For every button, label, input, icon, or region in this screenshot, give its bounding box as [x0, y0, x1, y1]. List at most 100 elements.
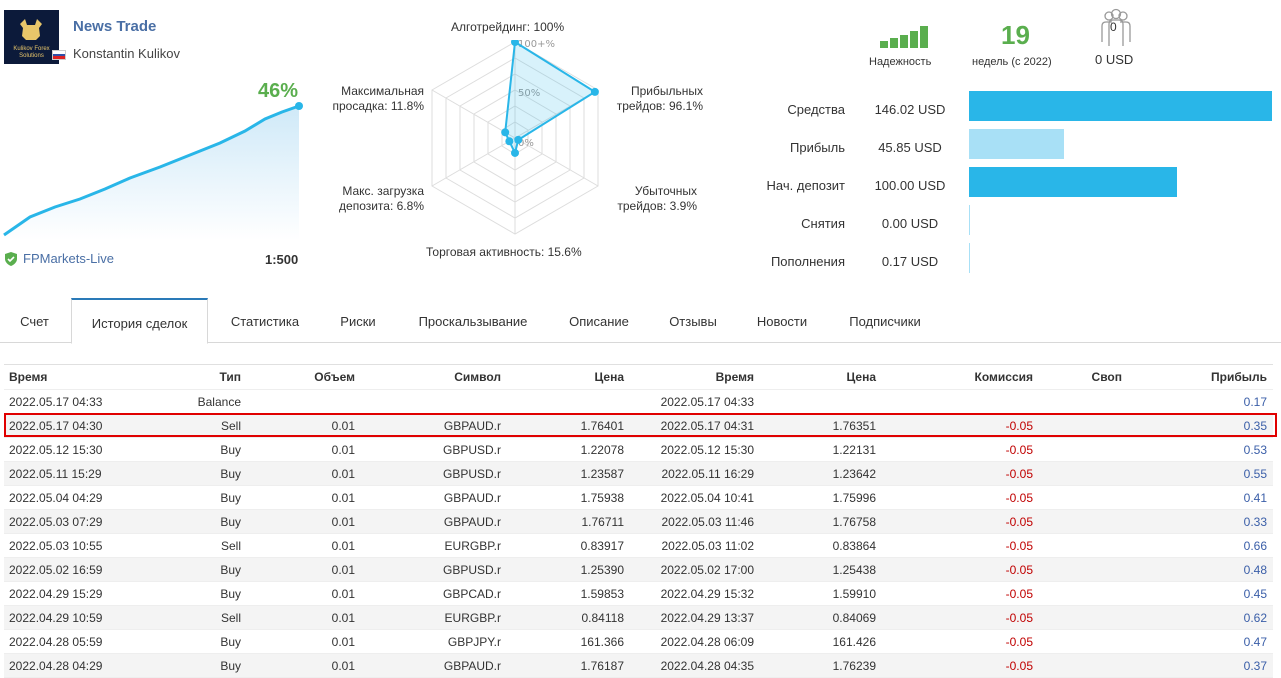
- table-row[interactable]: 2022.05.03 10:55 Sell 0.01 EURGBP.r 0.83917 2…: [4, 534, 1273, 558]
- col-header-close-price[interactable]: Цена: [846, 370, 876, 384]
- finance-label: Снятия: [801, 216, 845, 231]
- cell-symbol: EURGBP.r: [444, 539, 501, 553]
- col-header-open-price[interactable]: Цена: [594, 370, 624, 384]
- cell-volume: 0.01: [331, 491, 355, 505]
- tab-trade-history[interactable]: История сделок: [71, 298, 208, 344]
- cell-open-time: 2022.05.02 16:59: [9, 563, 103, 577]
- cell-symbol: GBPUSD.r: [442, 563, 501, 577]
- finance-row: Нач. депозит 100.00 USD: [740, 167, 1280, 205]
- col-header-profit[interactable]: Прибыль: [1211, 370, 1267, 384]
- cell-commission: -0.05: [1005, 467, 1033, 481]
- finance-value: 146.02 USD: [874, 102, 946, 117]
- cell-type: Balance: [197, 395, 241, 409]
- tab-subscribers[interactable]: Подписчики: [833, 298, 937, 343]
- tab-news[interactable]: Новости: [742, 298, 822, 343]
- trade-history-table: Время Тип Объем Символ Цена Время Цена К…: [4, 364, 1273, 678]
- author-name[interactable]: Konstantin Kulikov: [73, 46, 180, 61]
- cell-profit: 0.17: [1243, 395, 1267, 409]
- finance-value: 0.00 USD: [881, 216, 939, 231]
- table-row[interactable]: 2022.05.04 04:29 Buy 0.01 GBPAUD.r 1.75938 20…: [4, 486, 1273, 510]
- cell-open-time: 2022.05.17 04:33: [9, 395, 103, 409]
- finance-label: Средства: [787, 102, 845, 117]
- cell-close-time: 2022.05.17 04:31: [660, 419, 754, 433]
- cell-profit: 0.62: [1243, 611, 1267, 625]
- cell-open-time: 2022.05.12 15:30: [9, 443, 103, 457]
- verified-shield-icon: [5, 251, 17, 266]
- col-header-commission[interactable]: Комиссия: [975, 370, 1033, 384]
- cell-profit: 0.47: [1243, 635, 1267, 649]
- cell-open-time: 2022.04.28 04:29: [9, 659, 103, 673]
- table-row[interactable]: 2022.05.03 07:29 Buy 0.01 GBPAUD.r 1.76711 20…: [4, 510, 1273, 534]
- tab-description[interactable]: Описание: [555, 298, 643, 343]
- table-row[interactable]: 2022.05.12 15:30 Buy 0.01 GBPUSD.r 1.22078 20…: [4, 438, 1273, 462]
- cell-open-price: 1.75938: [580, 491, 624, 505]
- col-header-close-time[interactable]: Время: [716, 370, 754, 384]
- cell-open-time: 2022.05.04 04:29: [9, 491, 103, 505]
- table-row[interactable]: 2022.04.29 15:29 Buy 0.01 GBPCAD.r 1.59853 20…: [4, 582, 1273, 606]
- table-row[interactable]: 2022.04.28 05:59 Buy 0.01 GBPJPY.r 161.366 20…: [4, 630, 1273, 654]
- cell-open-time: 2022.05.03 07:29: [9, 515, 103, 529]
- logo-text: Kulikov Forex Solutions: [13, 46, 50, 59]
- signal-title[interactable]: News Trade: [73, 18, 156, 35]
- cell-volume: 0.01: [331, 659, 355, 673]
- cell-volume: 0.01: [331, 635, 355, 649]
- cell-symbol: GBPAUD.r: [443, 515, 501, 529]
- table-row[interactable]: 2022.05.17 04:33 Balance 2022.05.17 04:33 0…: [4, 390, 1273, 414]
- cell-volume: 0.01: [331, 419, 355, 433]
- cell-volume: 0.01: [331, 587, 355, 601]
- cell-profit: 0.53: [1243, 443, 1267, 457]
- col-header-open-time[interactable]: Время: [9, 370, 47, 384]
- col-header-volume[interactable]: Объем: [314, 370, 355, 384]
- cell-open-time: 2022.05.17 04:30: [9, 419, 103, 433]
- radar-label-algo: Алготрейдинг: 100%: [451, 20, 565, 34]
- cell-close-price: 1.76239: [832, 659, 876, 673]
- col-header-type[interactable]: Тип: [220, 370, 242, 384]
- finance-value: 0.17 USD: [881, 254, 939, 269]
- cell-type: Buy: [220, 467, 241, 481]
- col-header-symbol[interactable]: Символ: [454, 370, 501, 384]
- tab-account[interactable]: Счет: [7, 298, 62, 343]
- cell-close-time: 2022.05.17 04:33: [660, 395, 754, 409]
- finance-bar: [969, 167, 1177, 197]
- cell-open-time: 2022.04.29 15:29: [9, 587, 103, 601]
- table-row[interactable]: 2022.05.11 15:29 Buy 0.01 GBPUSD.r 1.23587 20…: [4, 462, 1273, 486]
- finance-row: Средства 146.02 USD: [740, 91, 1280, 129]
- cell-type: Buy: [220, 659, 241, 673]
- cell-open-price: 1.25390: [580, 563, 624, 577]
- cell-open-time: 2022.04.29 10:59: [9, 611, 103, 625]
- cell-symbol: GBPJPY.r: [447, 635, 501, 649]
- tab-bar: Счет История сделок Статистика Риски Про…: [0, 298, 1281, 344]
- tab-statistics[interactable]: Статистика: [218, 298, 312, 343]
- cell-commission: -0.05: [1005, 419, 1033, 433]
- cell-profit: 0.45: [1243, 587, 1267, 601]
- cell-commission: -0.05: [1005, 515, 1033, 529]
- cell-open-price: 0.83917: [580, 539, 624, 553]
- table-row[interactable]: 2022.05.02 16:59 Buy 0.01 GBPUSD.r 1.25390 20…: [4, 558, 1273, 582]
- cell-symbol: EURGBP.r: [444, 611, 501, 625]
- table-row[interactable]: 2022.04.28 04:29 Buy 0.01 GBPAUD.r 1.76187 20…: [4, 654, 1273, 678]
- finance-row: Прибыль 45.85 USD: [740, 129, 1280, 167]
- cell-close-time: 2022.04.29 15:32: [660, 587, 754, 601]
- cell-close-time: 2022.05.03 11:02: [661, 539, 754, 553]
- cell-close-price: 0.83864: [832, 539, 876, 553]
- broker-name[interactable]: FPMarkets-Live: [23, 251, 114, 266]
- radar-label-loss-line1: Убыточных: [634, 184, 697, 198]
- tab-slippage[interactable]: Проскальзывание: [403, 298, 543, 343]
- table-row[interactable]: 2022.04.29 10:59 Sell 0.01 EURGBP.r 0.84118 2…: [4, 606, 1273, 630]
- radar-point-profit: [590, 87, 599, 96]
- radar-label-load: Макс. загрузка депозита: 6.8%: [326, 184, 424, 214]
- subscribers-count: 0: [1110, 20, 1117, 34]
- broker-link[interactable]: FPMarkets-Live: [4, 251, 114, 266]
- table-row[interactable]: 2022.05.17 04:30 Sell 0.01 GBPAUD.r 1.76401 2…: [4, 414, 1273, 438]
- tab-reviews[interactable]: Отзывы: [656, 298, 730, 343]
- cell-close-time: 2022.05.12 15:30: [660, 443, 754, 457]
- col-header-swap[interactable]: Своп: [1092, 370, 1122, 384]
- cell-open-price: 161.366: [580, 635, 624, 649]
- radar-label-activity: Торговая активность: 15.6%: [426, 245, 582, 259]
- growth-chart: [3, 102, 303, 240]
- cell-close-price: 1.25438: [832, 563, 876, 577]
- cell-type: Buy: [220, 515, 241, 529]
- cell-type: Sell: [220, 539, 241, 553]
- cell-symbol: GBPUSD.r: [442, 467, 501, 481]
- tab-risks[interactable]: Риски: [324, 298, 392, 343]
